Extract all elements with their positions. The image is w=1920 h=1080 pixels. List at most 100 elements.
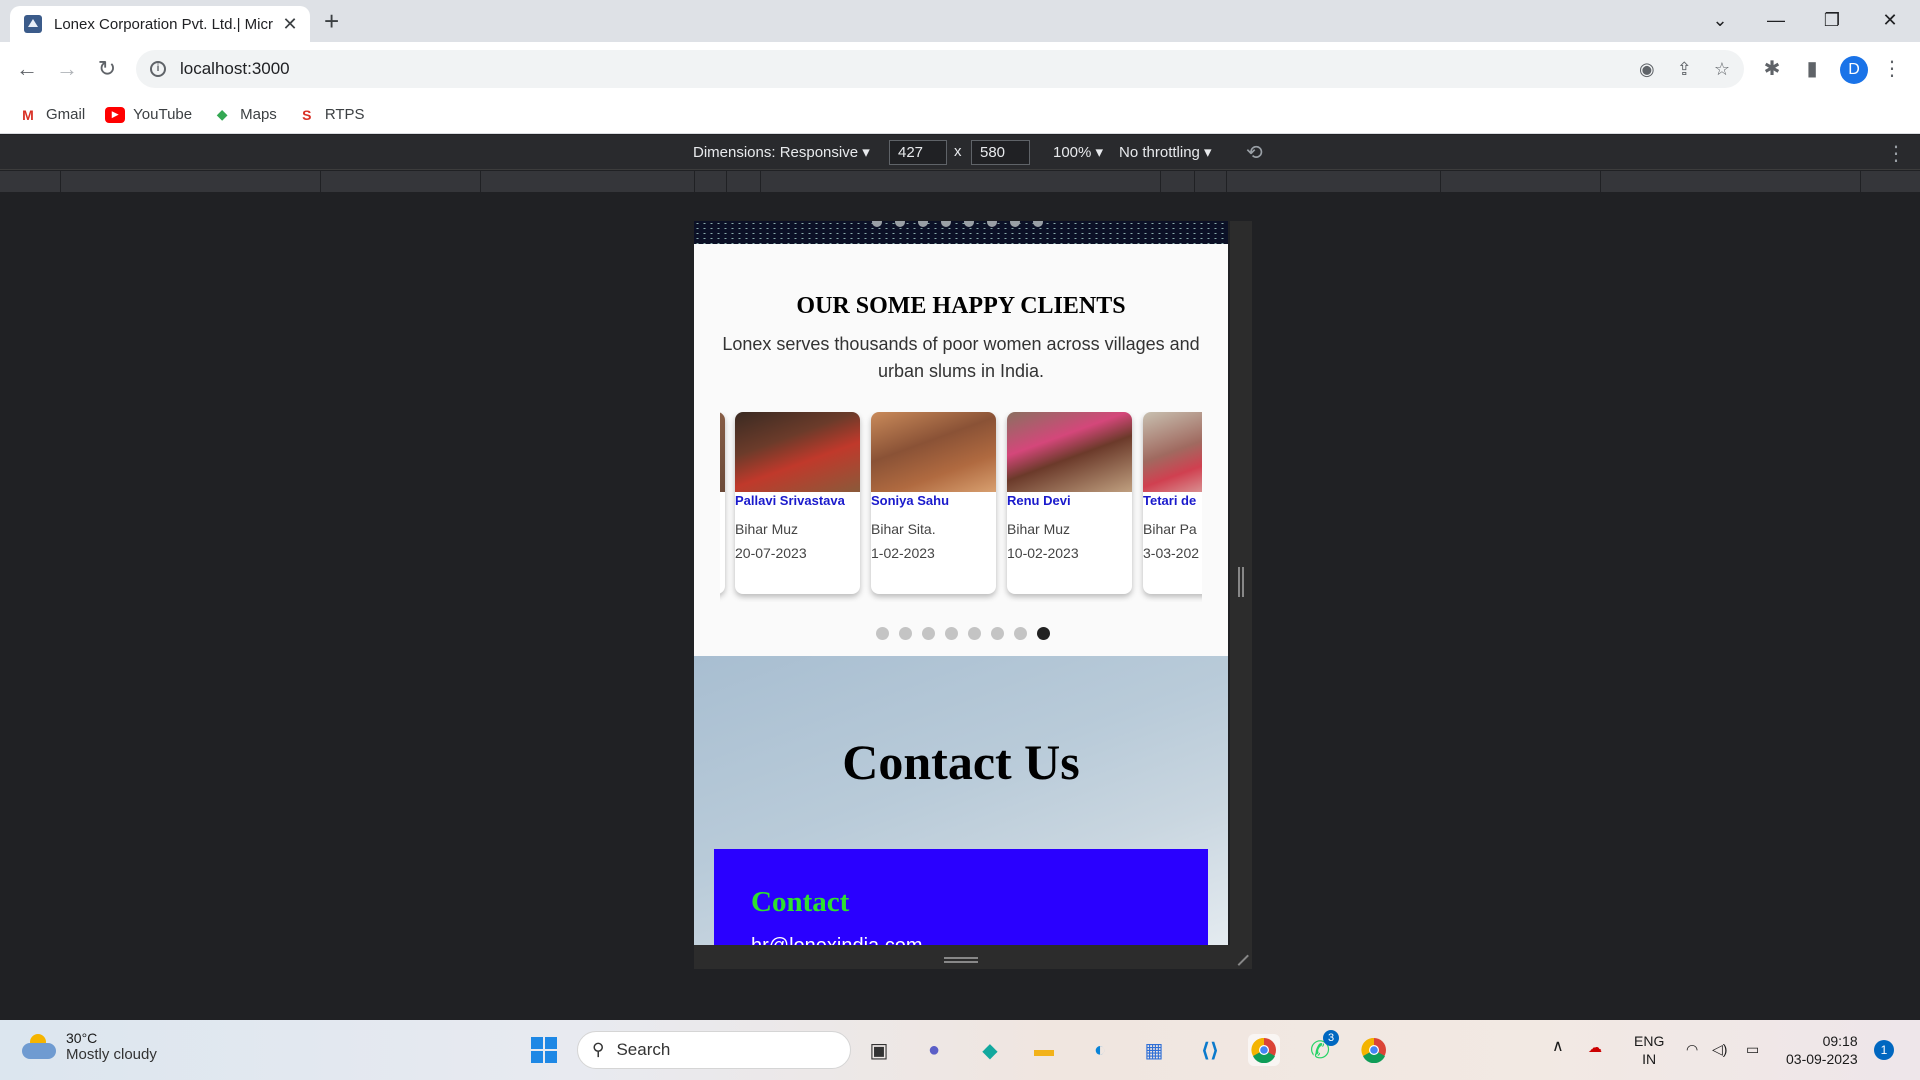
windows-start-icon[interactable] <box>528 1034 560 1066</box>
client-name: Tetari de <box>1143 493 1197 508</box>
client-card[interactable]: Tetari de Bihar Pa 3-03-202 <box>1143 412 1202 594</box>
clock[interactable]: 09:18 03-09-2023 <box>1786 1032 1858 1068</box>
side-panel-icon[interactable]: ▮ <box>1798 54 1826 82</box>
file-explorer-icon[interactable]: ▬ <box>1028 1034 1060 1066</box>
client-card-partial[interactable] <box>720 412 725 594</box>
weather-temperature: 30°C <box>66 1030 98 1046</box>
client-date: 1-02-2023 <box>871 545 935 561</box>
maps-icon: ◆ <box>216 106 228 122</box>
taskbar-search-placeholder: Search <box>616 1040 671 1059</box>
onedrive-error-icon[interactable]: ☁ <box>1588 1038 1602 1056</box>
client-card[interactable]: Renu Devi Bihar Muz 10-02-2023 <box>1007 412 1132 594</box>
carousel-dot[interactable] <box>918 221 928 227</box>
carousel-dot[interactable] <box>876 627 889 640</box>
minimize-button[interactable]: — <box>1748 0 1804 40</box>
close-tab-icon[interactable]: ✕ <box>280 14 300 35</box>
menu-kebab-icon[interactable]: ⋮ <box>1878 54 1906 82</box>
client-photo <box>720 412 725 492</box>
client-place: Bihar Muz <box>1007 521 1071 537</box>
address-bar[interactable]: i localhost:3000 ◉ ⇪ ☆ <box>136 50 1744 88</box>
clients-carousel[interactable]: Pallavi Srivastava Bihar Muz 20-07-2023 … <box>720 412 1202 602</box>
dimensions-dropdown[interactable]: Dimensions: Responsive ▾ <box>693 143 870 161</box>
viewport-resize-handle-right[interactable] <box>1230 221 1252 945</box>
client-photo <box>1143 412 1202 492</box>
restore-button[interactable]: ❐ <box>1804 0 1860 40</box>
carousel-dot-active[interactable] <box>1037 627 1050 640</box>
bookmark-rtps[interactable]: S RTPS <box>297 106 365 123</box>
app-diamond-icon[interactable]: ◆ <box>974 1034 1006 1066</box>
new-tab-button[interactable]: + <box>324 8 339 34</box>
throttling-dropdown[interactable]: No throttling ▾ <box>1119 143 1212 161</box>
devtools-more-icon[interactable]: ⋮ <box>1886 141 1906 166</box>
client-photo <box>735 412 860 492</box>
extensions-icon[interactable]: ✱ <box>1758 54 1786 82</box>
microsoft-store-icon[interactable]: ▦ <box>1138 1034 1170 1066</box>
tab-title: Lonex Corporation Pvt. Ltd.| Micr <box>54 15 273 33</box>
carousel-dot[interactable] <box>1010 221 1020 227</box>
device-width-input[interactable]: 427 <box>889 140 947 165</box>
volume-icon[interactable]: ◁) <box>1712 1040 1727 1058</box>
media-query-ruler[interactable] <box>0 171 1920 192</box>
clients-section-title: OUR SOME HAPPY CLIENTS <box>796 293 1126 319</box>
tab-search-chevron-icon[interactable]: ⌄ <box>1692 0 1748 40</box>
battery-icon[interactable]: ▭ <box>1746 1040 1759 1058</box>
carousel-dot[interactable] <box>872 221 882 227</box>
browser-tab[interactable]: Lonex Corporation Pvt. Ltd.| Micr ✕ <box>10 6 310 42</box>
bookmark-label: YouTube <box>133 106 193 123</box>
back-button[interactable]: ← <box>10 52 44 86</box>
client-photo <box>1007 412 1132 492</box>
bookmark-gmail[interactable]: M Gmail <box>18 106 85 123</box>
close-window-button[interactable]: ✕ <box>1862 0 1918 40</box>
vscode-icon[interactable]: ⟨⟩ <box>1194 1034 1226 1066</box>
weather-widget[interactable]: 30°C Mostly cloudy <box>22 1030 157 1063</box>
chat-icon[interactable]: ● <box>918 1034 950 1066</box>
device-height-input[interactable]: 580 <box>971 140 1030 165</box>
chrome-icon[interactable] <box>1248 1034 1280 1066</box>
carousel-dot[interactable] <box>1014 627 1027 640</box>
carousel-dot[interactable] <box>941 221 951 227</box>
client-place: Bihar Muz <box>735 521 799 537</box>
bookmark-youtube[interactable]: ▶ YouTube <box>105 106 192 123</box>
bookmark-star-icon[interactable]: ☆ <box>1714 59 1730 80</box>
carousel-dot[interactable] <box>964 221 974 227</box>
carousel-dot[interactable] <box>895 221 905 227</box>
language-code: ENG <box>1634 1033 1665 1049</box>
forward-button[interactable]: → <box>50 52 84 86</box>
site-info-icon[interactable]: i <box>150 61 166 77</box>
chrome-icon-2[interactable] <box>1358 1034 1390 1066</box>
contact-box-heading: Contact <box>751 886 850 918</box>
carousel-dot[interactable] <box>945 627 958 640</box>
carousel-dot[interactable] <box>922 627 935 640</box>
client-date: 3-03-202 <box>1143 545 1200 561</box>
profile-avatar[interactable]: D <box>1840 56 1868 84</box>
browser-toolbar: ← → ↻ i localhost:3000 ◉ ⇪ ☆ ✱ ▮ ⋮ <box>0 42 1920 96</box>
search-icon: ⚲ <box>592 1040 605 1059</box>
reload-button[interactable]: ↻ <box>90 52 124 86</box>
client-photo <box>871 412 996 492</box>
bookmark-maps[interactable]: ◆ Maps <box>212 106 277 123</box>
client-place: Bihar Sita. <box>871 521 936 537</box>
carousel-dot[interactable] <box>1033 221 1043 227</box>
client-card[interactable]: Soniya Sahu Bihar Sita. 1-02-2023 <box>871 412 996 594</box>
bookmark-label: RTPS <box>324 106 365 123</box>
eye-icon[interactable]: ◉ <box>1639 59 1655 80</box>
language-indicator[interactable]: ENG IN <box>1634 1032 1664 1068</box>
carousel-dot[interactable] <box>991 627 1004 640</box>
edge-browser-icon[interactable]: ◐ <box>1084 1034 1116 1066</box>
show-hidden-icons-chevron-icon[interactable]: ∧ <box>1552 1038 1564 1056</box>
share-icon[interactable]: ⇪ <box>1677 59 1692 80</box>
carousel-dot[interactable] <box>987 221 997 227</box>
task-view-icon[interactable]: ▣ <box>863 1034 895 1066</box>
bookmark-label: Maps <box>240 106 277 123</box>
client-card[interactable]: Pallavi Srivastava Bihar Muz 20-07-2023 <box>735 412 860 594</box>
taskbar-search-box[interactable]: ⚲ Search <box>577 1031 851 1069</box>
zoom-dropdown[interactable]: 100% ▾ <box>1053 143 1103 161</box>
notification-badge[interactable]: 1 <box>1874 1040 1894 1060</box>
tab-strip: Lonex Corporation Pvt. Ltd.| Micr ✕ + ⌄ … <box>0 0 1920 42</box>
wifi-icon[interactable]: ◠ <box>1686 1040 1698 1058</box>
carousel-dot[interactable] <box>899 627 912 640</box>
carousel-dot[interactable] <box>968 627 981 640</box>
viewport-resize-handle-bottom[interactable] <box>694 945 1252 969</box>
rotate-icon[interactable]: ⟲ <box>1246 140 1263 165</box>
contact-email-link[interactable]: hr@lonexindia.com <box>751 935 923 945</box>
